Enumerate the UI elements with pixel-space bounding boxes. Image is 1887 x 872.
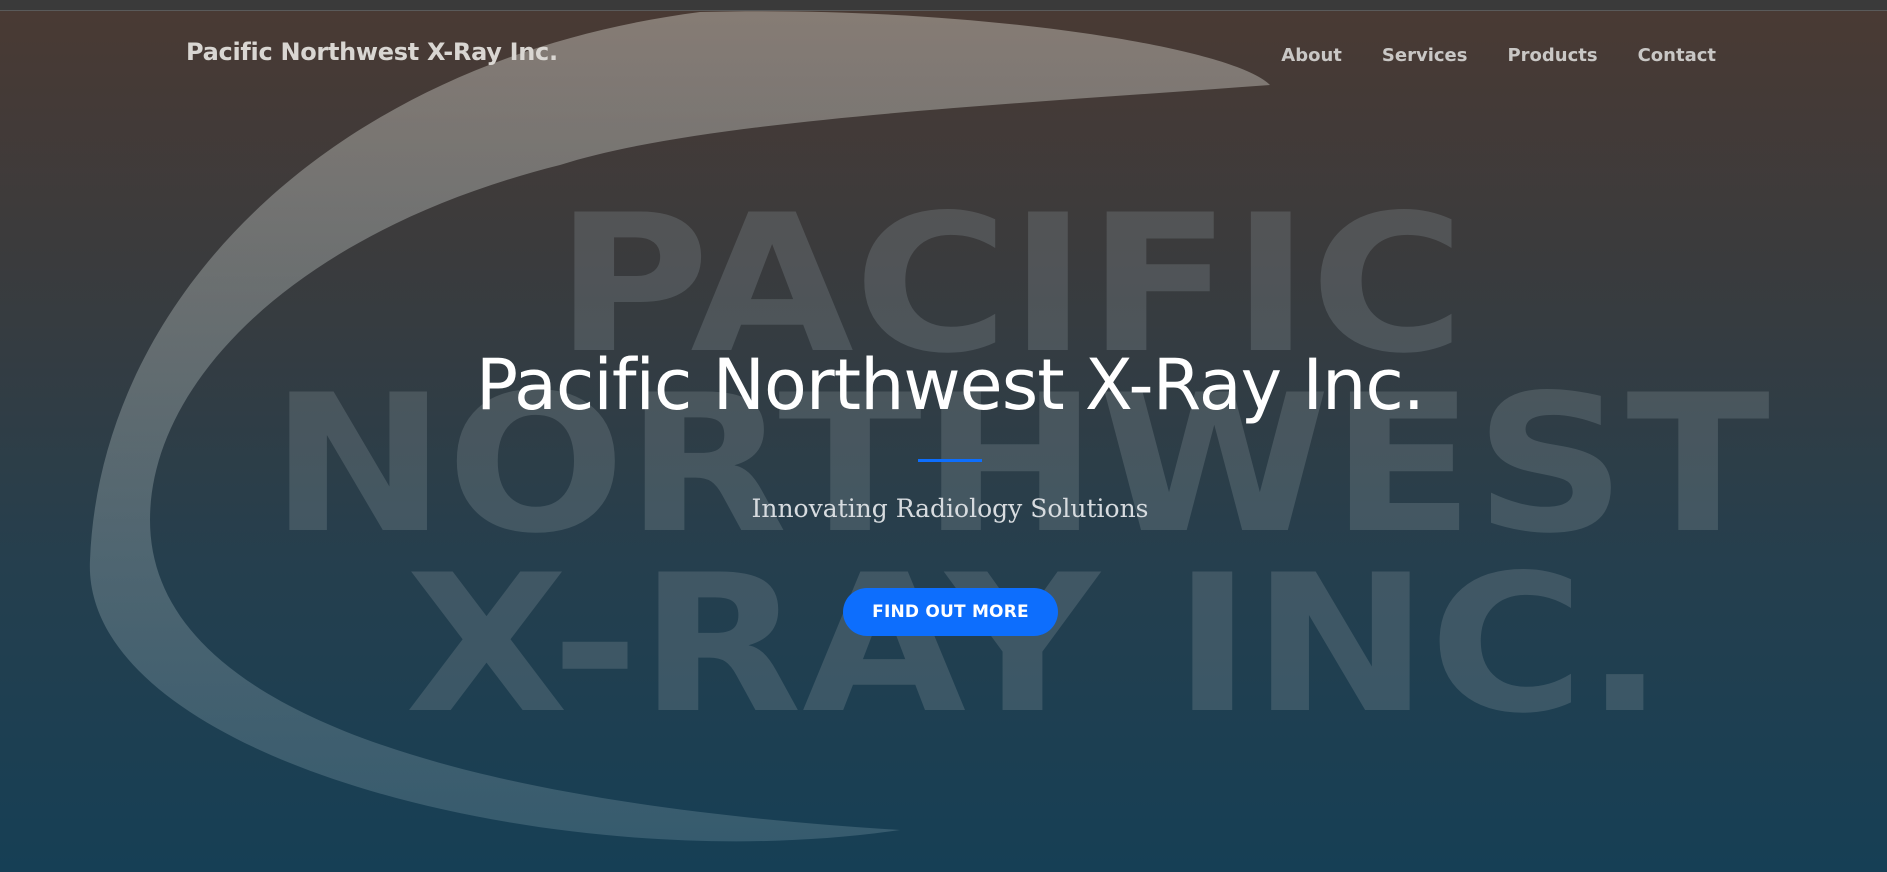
hero-divider xyxy=(918,459,982,462)
hero-title: Pacific Northwest X-Ray Inc. xyxy=(475,344,1425,426)
landing-page: PACIFIC NORTHWEST X-RAY INC. Pacific Nor… xyxy=(0,0,1887,872)
hero-subtitle: Innovating Radiology Solutions xyxy=(751,494,1149,523)
hero-section: Pacific Northwest X-Ray Inc. Innovating … xyxy=(0,0,1887,872)
find-out-more-button[interactable]: FIND OUT MORE xyxy=(843,588,1058,636)
